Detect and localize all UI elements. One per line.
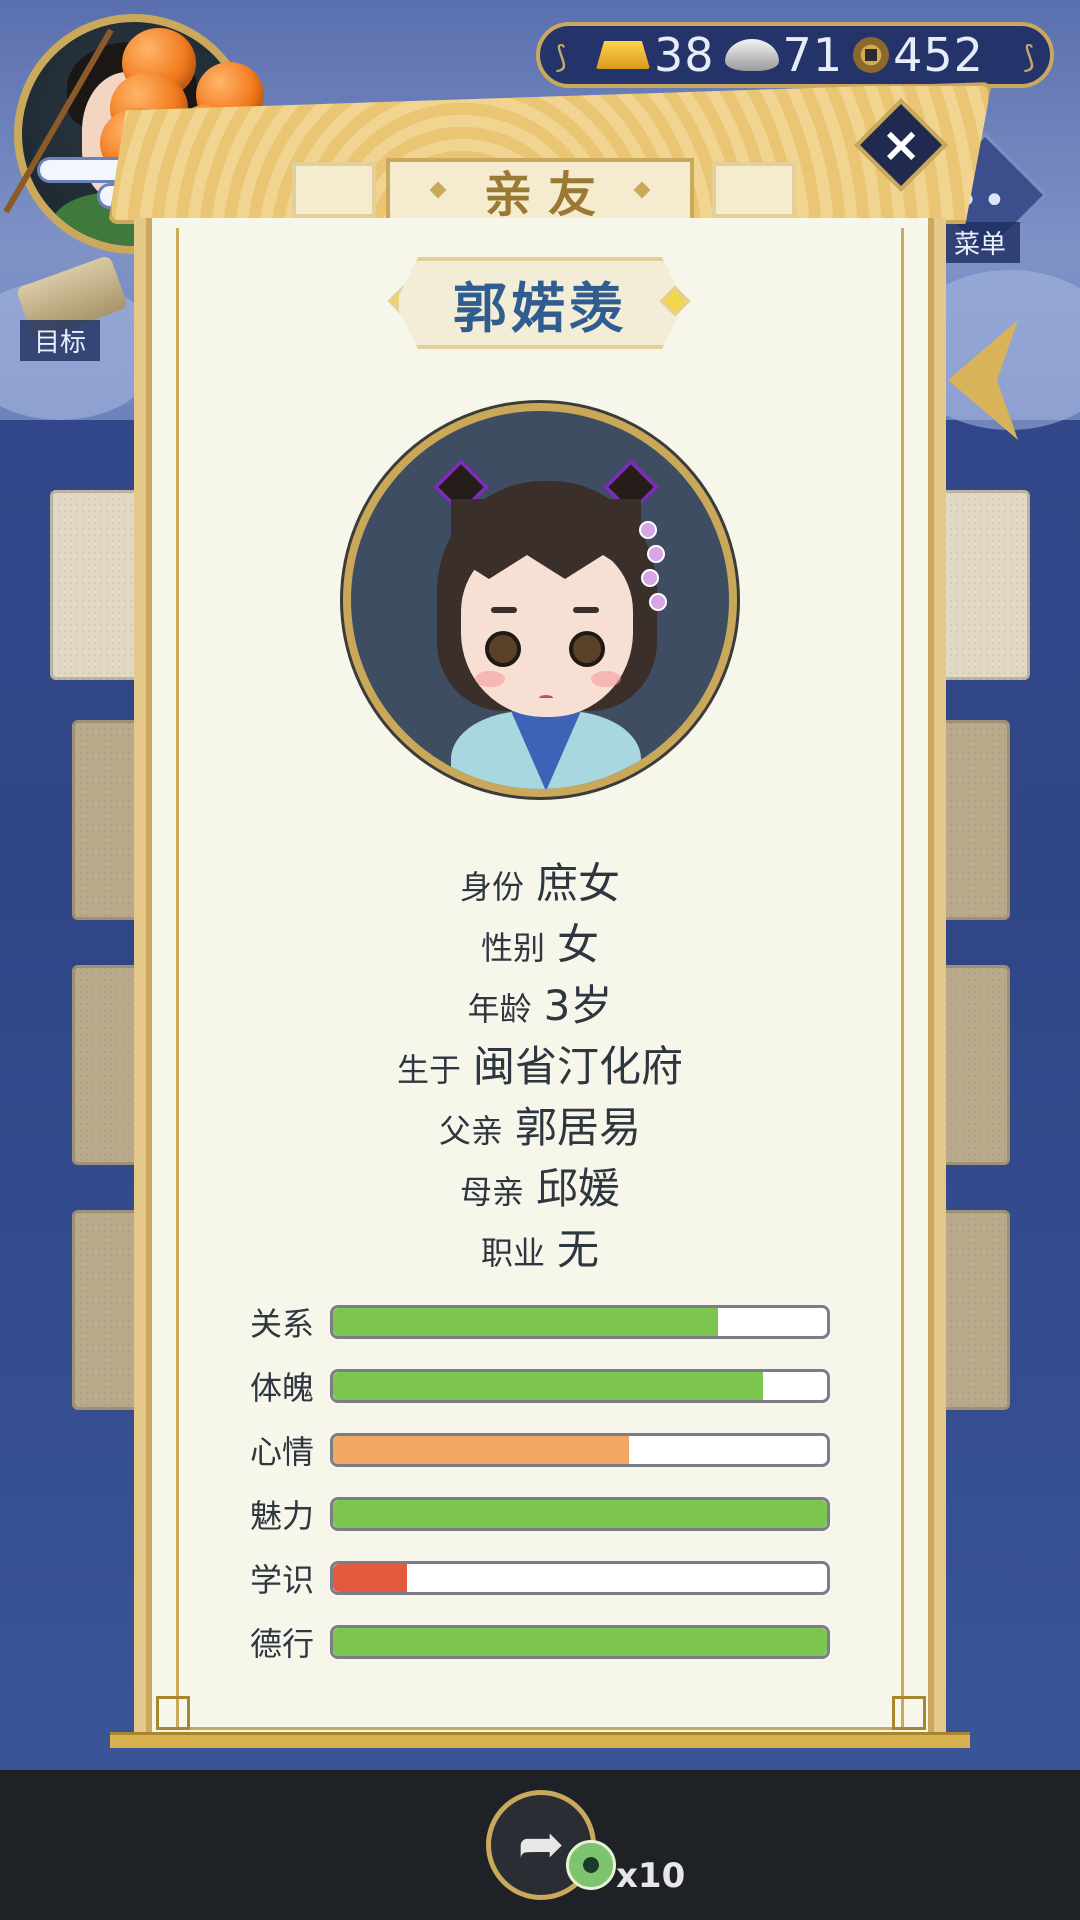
info-row-birthplace: 生于 闽省汀化府 — [176, 1033, 904, 1094]
stat-mood: 心情 — [250, 1418, 830, 1482]
info-key: 职业 — [480, 1234, 545, 1272]
stat-fill — [333, 1436, 630, 1464]
corner-ornament — [892, 1696, 926, 1730]
stat-fill — [333, 1500, 827, 1528]
stat-fill — [333, 1372, 763, 1400]
panel-bottom-rod — [110, 1732, 970, 1748]
stat-track — [330, 1433, 830, 1467]
stat-relationship: 关系 — [250, 1290, 830, 1354]
panel-title-tab: 亲友 — [386, 158, 694, 223]
gold-ingot-icon — [596, 41, 650, 69]
info-row-mother: 母亲 邱媛 — [176, 1155, 904, 1216]
stat-label: 德行 — [250, 1625, 315, 1663]
stat-track — [330, 1305, 830, 1339]
info-row-father: 父亲 郭居易 — [176, 1094, 904, 1155]
close-icon: × — [880, 117, 922, 173]
info-key: 年龄 — [467, 990, 532, 1028]
character-name: 郭婼羡 — [453, 276, 627, 340]
stat-track — [330, 1561, 830, 1595]
goal-label[interactable]: 目标 — [20, 320, 101, 361]
info-value: 闽省汀化府 — [473, 1042, 684, 1091]
share-icon: ➦ — [517, 1812, 565, 1877]
currency-bar: ⟆ 38 71 452 ⟆ — [536, 22, 1054, 88]
stat-virtue: 德行 — [250, 1610, 830, 1674]
silver-ingot-icon — [724, 39, 779, 71]
info-key: 性别 — [480, 929, 545, 967]
stat-label: 关系 — [250, 1305, 315, 1343]
info-value: 3岁 — [543, 981, 613, 1030]
stat-fill — [333, 1628, 827, 1656]
tab-decoration — [292, 162, 376, 218]
info-key: 父亲 — [438, 1112, 503, 1150]
info-value: 无 — [557, 1225, 600, 1274]
bamboo-icon: ⟆ — [1023, 40, 1035, 75]
info-key: 身份 — [459, 868, 524, 906]
character-portrait — [343, 403, 737, 797]
stat-knowledge: 学识 — [250, 1546, 830, 1610]
silver-value: 71 — [782, 28, 844, 82]
info-value: 女 — [557, 920, 600, 969]
info-key: 母亲 — [459, 1173, 524, 1211]
bamboo-icon: ⟆ — [555, 40, 567, 75]
corner-ornament — [156, 1696, 190, 1730]
stat-track — [330, 1369, 830, 1403]
gold-currency: 38 — [596, 28, 715, 82]
info-row-gender: 性别 女 — [176, 911, 904, 972]
copper-currency: 452 — [853, 28, 984, 82]
tab-decoration — [712, 162, 796, 218]
token-count: x10 — [616, 1856, 686, 1896]
info-row-status: 身份 庶女 — [176, 850, 904, 911]
diamond-ornament-icon — [429, 181, 447, 199]
diamond-ornament-icon — [633, 181, 651, 199]
jade-token-icon — [566, 1840, 616, 1890]
silver-currency: 71 — [724, 28, 844, 82]
info-value: 庶女 — [536, 859, 621, 908]
menu-label[interactable]: 菜单 — [940, 222, 1021, 263]
stat-track — [330, 1497, 830, 1531]
stat-charm: 魅力 — [250, 1482, 830, 1546]
stat-label: 魅力 — [250, 1497, 315, 1535]
info-row-age: 年龄 3岁 — [176, 972, 904, 1033]
stat-track — [330, 1625, 830, 1659]
stat-label: 心情 — [250, 1433, 315, 1471]
info-value: 郭居易 — [515, 1103, 642, 1152]
panel-title: 亲友 — [483, 167, 612, 223]
stat-physique: 体魄 — [250, 1354, 830, 1418]
stat-label: 体魄 — [250, 1369, 315, 1407]
stat-fill — [333, 1308, 719, 1336]
info-key: 生于 — [396, 1051, 461, 1089]
character-info: 身份 庶女 性别 女 年龄 3岁 生于 闽省汀化府 父亲 郭居易 母亲 邱媛 职… — [176, 850, 904, 1277]
stat-fill — [333, 1564, 408, 1592]
info-row-occupation: 职业 无 — [176, 1216, 904, 1277]
copper-value: 452 — [893, 28, 984, 82]
name-plate: 郭婼羡 — [395, 257, 685, 349]
info-value: 邱媛 — [536, 1164, 621, 1213]
copper-coin-icon — [853, 37, 890, 73]
stat-label: 学识 — [250, 1561, 315, 1599]
stat-bars: 关系 体魄 心情 魅力 学识 德行 — [250, 1290, 830, 1674]
gold-value: 38 — [654, 28, 715, 82]
